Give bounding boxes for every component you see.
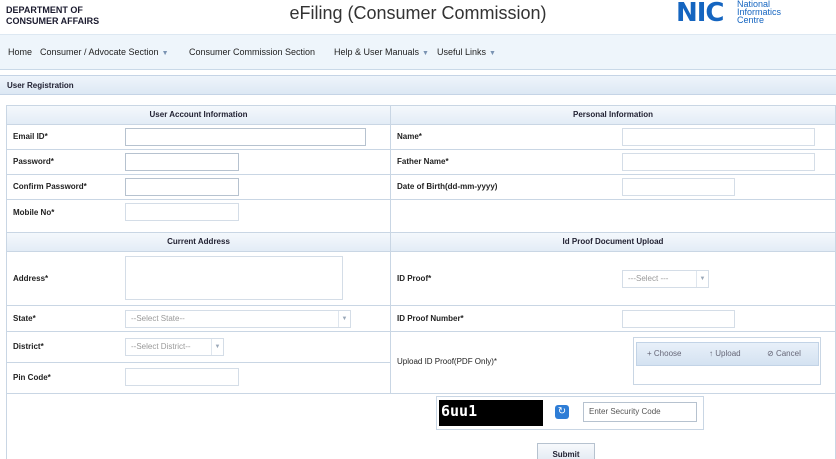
id-proof-label: ID Proof*	[397, 274, 432, 283]
mobile-label: Mobile No*	[13, 208, 55, 217]
nic-logo: NIC National Informatics Centre	[676, 0, 836, 30]
state-select[interactable]: --Select State-- ▼	[125, 310, 351, 328]
row-divider	[6, 149, 835, 150]
email-label: Email ID*	[13, 132, 48, 141]
upload-button[interactable]: ↑ Upload	[709, 349, 741, 358]
upload-label: Upload	[715, 349, 741, 358]
state-select-value: --Select State--	[131, 314, 185, 323]
pin-code-label: Pin Code*	[13, 373, 51, 382]
form-border-left	[6, 105, 7, 459]
file-upload-widget: + Choose ↑ Upload ⊘ Cancel	[633, 337, 821, 385]
chevron-down-icon: ▼	[422, 50, 429, 57]
confirm-password-field[interactable]	[125, 178, 239, 196]
password-label: Password*	[13, 157, 54, 166]
chevron-down-icon: ▼	[161, 50, 169, 57]
address-textarea[interactable]	[125, 256, 343, 300]
personal-info-heading: Personal Information	[390, 105, 836, 125]
name-field[interactable]	[622, 128, 815, 146]
nav-home-label: Home	[8, 47, 33, 57]
id-proof-select[interactable]: ---Select --- ▼	[622, 270, 709, 288]
id-proof-heading: Id Proof Document Upload	[390, 232, 836, 252]
row-divider	[6, 331, 835, 332]
id-proof-select-value: ---Select ---	[628, 274, 669, 283]
row-divider	[6, 174, 835, 175]
choose-file-button[interactable]: + Choose	[647, 349, 681, 358]
nav-consumer-commission-section[interactable]: Consumer Commission Section	[189, 47, 315, 57]
nav-consumer-advocate-section[interactable]: Consumer / Advocate Section ▼	[40, 47, 169, 57]
id-proof-number-label: ID Proof Number*	[397, 314, 464, 323]
nic-logo-mark: NIC	[676, 0, 725, 28]
district-select-value: --Select District--	[131, 342, 191, 351]
nav-links-label: Useful Links	[437, 47, 487, 57]
dob-field[interactable]	[622, 178, 735, 196]
main-navigation: Home Consumer / Advocate Section ▼ Consum…	[0, 34, 836, 70]
email-field[interactable]	[125, 128, 366, 146]
chevron-down-icon: ▼	[211, 339, 223, 355]
father-name-field[interactable]	[622, 153, 815, 171]
row-divider	[6, 362, 390, 363]
nav-help-manuals[interactable]: Help & User Manuals ▼	[334, 47, 429, 57]
row-divider	[6, 305, 835, 306]
dob-label: Date of Birth(dd-mm-yyyy)	[397, 182, 498, 191]
nav-commission-label: Consumer Commission Section	[189, 47, 316, 57]
nic-logo-text: National Informatics Centre	[737, 0, 781, 25]
name-label: Name*	[397, 132, 422, 141]
district-label: District*	[13, 342, 44, 351]
current-address-heading: Current Address	[6, 232, 391, 252]
nav-useful-links[interactable]: Useful Links ▼	[437, 47, 496, 57]
captcha-image: 6uu1	[439, 400, 543, 426]
choose-label: Choose	[653, 349, 682, 358]
district-select[interactable]: --Select District-- ▼	[125, 338, 224, 356]
header: DEPARTMENT OF CONSUMER AFFAIRS eFiling (…	[0, 0, 836, 34]
row-divider	[6, 393, 835, 394]
pin-code-field[interactable]	[125, 368, 239, 386]
mobile-field[interactable]	[125, 203, 239, 221]
refresh-captcha-icon[interactable]: ↻	[555, 405, 569, 419]
state-label: State*	[13, 314, 36, 323]
cancel-icon: ⊘	[767, 349, 776, 358]
chevron-down-icon: ▼	[338, 311, 350, 327]
father-name-label: Father Name*	[397, 157, 449, 166]
nic-logo-line-3: Centre	[737, 15, 765, 25]
nav-home[interactable]: Home	[8, 47, 32, 57]
row-divider	[6, 199, 835, 200]
captcha-panel: 6uu1 ↻ Enter Security Code	[436, 396, 704, 430]
cancel-upload-button[interactable]: ⊘ Cancel	[767, 349, 801, 358]
cancel-label: Cancel	[775, 349, 801, 358]
chevron-down-icon: ▼	[489, 50, 496, 57]
upload-id-proof-label: Upload ID Proof(PDF Only)*	[397, 357, 498, 366]
password-field[interactable]	[125, 153, 239, 171]
submit-button[interactable]: Submit	[537, 443, 595, 459]
address-label: Address*	[13, 274, 49, 283]
section-title: User Registration	[7, 81, 74, 90]
confirm-password-label: Confirm Password*	[13, 182, 87, 191]
plus-icon: +	[647, 349, 654, 358]
nav-consumer-label: Consumer / Advocate Section	[40, 47, 159, 57]
chevron-down-icon: ▼	[696, 271, 708, 287]
id-proof-number-field[interactable]	[622, 310, 735, 328]
security-code-input[interactable]: Enter Security Code	[583, 402, 697, 422]
section-header: User Registration	[0, 75, 836, 95]
file-upload-toolbar: + Choose ↑ Upload ⊘ Cancel	[636, 342, 819, 366]
nav-help-label: Help & User Manuals	[334, 47, 420, 57]
user-account-heading: User Account Information	[6, 105, 391, 125]
